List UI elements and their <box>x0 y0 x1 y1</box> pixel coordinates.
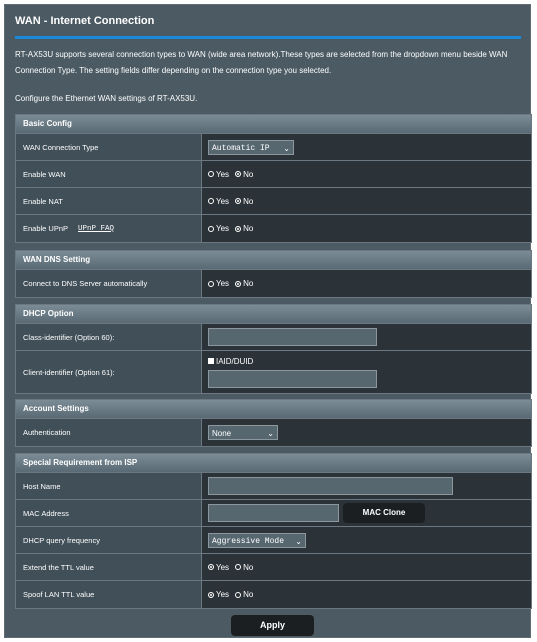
dns-auto-yes-radio[interactable]: Yes <box>208 279 229 288</box>
radio-selected-icon <box>235 564 242 570</box>
spoof-ttl-row: Spoof LAN TTL value Yes No <box>16 581 531 608</box>
wan-dns-section: WAN DNS Setting Connect to DNS Server au… <box>15 250 532 298</box>
field-label: Host Name <box>16 473 202 499</box>
client-identifier-input[interactable] <box>208 369 377 388</box>
enable-upnp-row: Enable UPnP UPnP FAQ Yes No <box>16 215 531 242</box>
wan-type-row: WAN Connection Type Automatic IP ⌄ <box>16 134 531 161</box>
section-heading: DHCP Option <box>16 305 531 324</box>
enable-wan-row: Enable WAN Yes No <box>16 161 531 188</box>
radio-selected-icon <box>208 225 214 232</box>
field-label: Enable NAT <box>16 188 202 214</box>
intro-text: RT-AX53U supports several connection typ… <box>15 50 508 75</box>
client-id-row: Client-identifier (Option 61): IAID/DUID <box>16 351 531 393</box>
enable-upnp-no-radio[interactable]: No <box>235 224 253 233</box>
field-label: Spoof LAN TTL value <box>16 581 202 608</box>
radio-icon <box>235 171 242 177</box>
class-identifier-input[interactable] <box>208 328 377 346</box>
class-id-row: Class-identifier (Option 60): <box>16 324 531 351</box>
isp-requirement-section: Special Requirement from ISP Host Name M… <box>15 453 532 609</box>
dns-auto-row: Connect to DNS Server automatically Yes … <box>16 270 531 297</box>
chevron-down-icon: ⌄ <box>283 143 290 153</box>
radio-icon <box>208 564 214 570</box>
dhcp-option-section: DHCP Option Class-identifier (Option 60)… <box>15 304 532 394</box>
apply-button[interactable]: Apply <box>231 615 314 636</box>
auth-row: Authentication None ⌄ <box>16 419 531 446</box>
field-label: DHCP query frequency <box>16 527 202 553</box>
radio-selected-icon <box>235 591 242 598</box>
enable-nat-no-radio[interactable]: No <box>235 197 253 206</box>
field-label: Client-identifier (Option 61): <box>16 351 202 393</box>
field-label: MAC Address <box>16 500 202 526</box>
authentication-select[interactable]: None ⌄ <box>208 425 278 440</box>
section-heading: Basic Config <box>16 115 531 134</box>
dhcp-frequency-row: DHCP query frequency Aggressive Mode ⌄ <box>16 527 531 554</box>
radio-icon <box>235 225 242 232</box>
enable-nat-yes-radio[interactable]: Yes <box>208 197 229 206</box>
basic-config-section: Basic Config WAN Connection Type Automat… <box>15 114 532 243</box>
spoof-ttl-no-radio[interactable]: No <box>235 590 253 599</box>
radio-icon <box>235 198 242 204</box>
spoof-ttl-yes-radio[interactable]: Yes <box>208 590 229 599</box>
radio-icon <box>208 591 214 598</box>
chevron-down-icon: ⌄ <box>295 536 302 546</box>
host-name-input[interactable] <box>208 477 453 495</box>
radio-selected-icon <box>208 280 214 287</box>
dhcp-frequency-select[interactable]: Aggressive Mode ⌄ <box>208 532 306 548</box>
wan-settings-panel: WAN - Internet Connection RT-AX53U suppo… <box>4 4 532 638</box>
checkbox-icon <box>208 358 214 364</box>
field-label: Authentication <box>16 419 202 446</box>
field-label: Enable WAN <box>16 161 202 187</box>
extend-ttl-yes-radio[interactable]: Yes <box>208 563 229 572</box>
page-title: WAN - Internet Connection <box>15 15 155 27</box>
enable-upnp-yes-radio[interactable]: Yes <box>208 224 229 233</box>
mac-clone-button[interactable]: MAC Clone <box>343 503 425 523</box>
enable-wan-no-radio[interactable]: No <box>235 170 253 179</box>
radio-selected-icon <box>208 171 214 177</box>
mac-address-input[interactable] <box>208 504 339 522</box>
field-label: Class-identifier (Option 60): <box>16 324 202 350</box>
account-settings-section: Account Settings Authentication None ⌄ <box>15 399 532 447</box>
field-label: WAN Connection Type <box>16 134 202 160</box>
dns-auto-no-radio[interactable]: No <box>235 279 253 288</box>
mac-address-row: MAC Address MAC Clone <box>16 500 531 527</box>
title-divider <box>15 36 521 39</box>
section-heading: Special Requirement from ISP <box>16 454 531 473</box>
extend-ttl-no-radio[interactable]: No <box>235 563 253 572</box>
extend-ttl-row: Extend the TTL value Yes No <box>16 554 531 581</box>
field-label: Connect to DNS Server automatically <box>16 270 202 297</box>
radio-selected-icon <box>208 198 214 204</box>
intro-subtext: Configure the Ethernet WAN settings of R… <box>15 94 198 103</box>
host-name-row: Host Name <box>16 473 531 500</box>
section-heading: WAN DNS Setting <box>16 251 531 270</box>
radio-icon <box>235 280 242 287</box>
enable-nat-row: Enable NAT Yes No <box>16 188 531 215</box>
section-heading: Account Settings <box>16 400 531 419</box>
field-label: Extend the TTL value <box>16 554 202 580</box>
wan-type-select[interactable]: Automatic IP ⌄ <box>208 139 294 155</box>
enable-wan-yes-radio[interactable]: Yes <box>208 170 229 179</box>
chevron-down-icon: ⌄ <box>267 429 274 438</box>
field-label: Enable UPnP <box>23 224 69 233</box>
iaid-duid-checkbox[interactable]: IAID/DUID <box>208 357 253 366</box>
upnp-faq-link[interactable]: UPnP FAQ <box>78 225 114 233</box>
